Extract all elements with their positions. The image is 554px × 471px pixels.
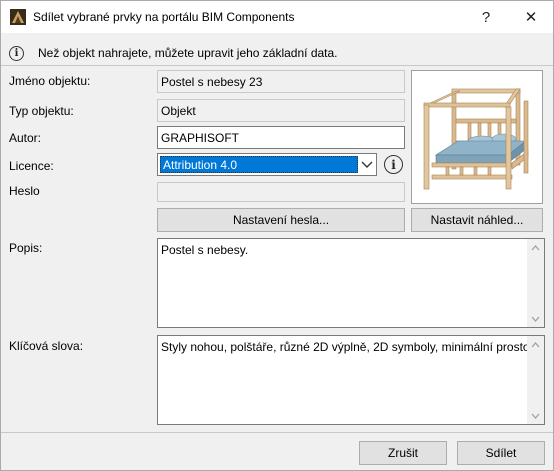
divider (1, 432, 553, 433)
license-selected-value: Attribution 4.0 (160, 156, 358, 173)
divider (1, 65, 553, 66)
info-row: i Než objekt nahrajete, můžete upravit j… (9, 44, 338, 62)
description-textarea[interactable]: Postel s nebesy. (157, 238, 545, 328)
description-text: Postel s nebesy. (161, 243, 249, 257)
author-input[interactable]: GRAPHISOFT (157, 126, 405, 149)
password-settings-button[interactable]: Nastavení hesla... (157, 208, 405, 232)
description-label: Popis: (9, 241, 43, 255)
close-button[interactable]: ✕ (509, 1, 553, 33)
object-name-field: Postel s nebesy 23 (157, 70, 405, 93)
object-preview-image (411, 70, 543, 204)
keywords-label: Klíčová slova: (9, 339, 84, 353)
window-title: Sdílet vybrané prvky na portálu BIM Comp… (33, 10, 295, 24)
object-name-label: Jméno objektu: (9, 74, 91, 88)
keywords-textarea[interactable]: Styly nohou, polštáře, různé 2D výplně, … (157, 335, 545, 425)
license-select[interactable]: Attribution 4.0 (157, 153, 377, 176)
license-info-icon[interactable]: i (384, 155, 403, 174)
share-button[interactable]: Sdílet (457, 441, 545, 465)
author-label: Autor: (9, 131, 42, 145)
license-label: Licence: (9, 159, 54, 173)
info-message: Než objekt nahrajete, můžete upravit jeh… (38, 46, 338, 60)
scroll-down-icon[interactable] (527, 310, 544, 327)
help-button[interactable]: ? (464, 1, 508, 33)
object-type-field: Objekt (157, 99, 405, 122)
description-scrollbar[interactable] (527, 239, 544, 327)
title-bar: Sdílet vybrané prvky na portálu BIM Comp… (0, 0, 554, 33)
password-label: Heslo (9, 184, 40, 198)
canopy-bed-illustration (423, 88, 529, 190)
scroll-down-icon[interactable] (527, 407, 544, 424)
set-preview-button[interactable]: Nastavit náhled... (411, 208, 543, 232)
info-icon: i (9, 45, 24, 61)
archicad-app-icon (10, 9, 26, 25)
object-type-label: Typ objektu: (9, 104, 74, 118)
keywords-text: Styly nohou, polštáře, různé 2D výplně, … (161, 340, 534, 354)
scroll-up-icon[interactable] (527, 336, 544, 353)
keywords-scrollbar[interactable] (527, 336, 544, 424)
cancel-button[interactable]: Zrušit (359, 441, 447, 465)
scroll-up-icon[interactable] (527, 239, 544, 256)
password-field (157, 182, 405, 202)
chevron-down-icon (361, 161, 373, 168)
